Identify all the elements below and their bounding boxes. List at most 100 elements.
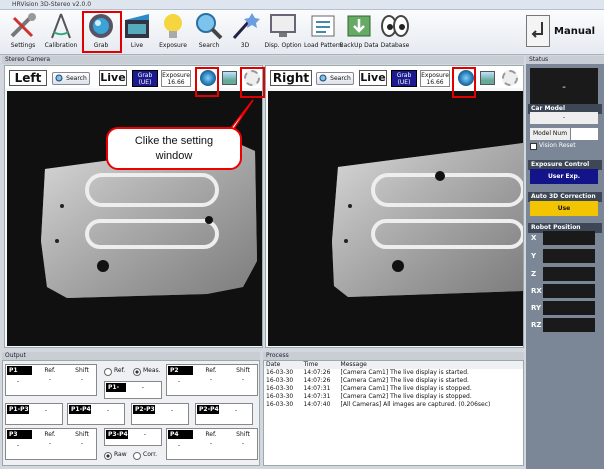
row-time: 14:07:26 [303,377,331,384]
p1-label: P1 [7,366,32,375]
robot-ry-value [543,301,595,315]
settings-label: Settings [10,42,36,49]
robot-rx-value [543,284,595,298]
table-row[interactable]: 16-03-30 14:07:26 [Camera Cam2] The live d… [264,377,523,385]
right-camera-header: Right Search Live Grab (UE) Exposure 16.… [266,66,523,88]
p3-label: P3 [7,430,32,439]
title-bar: HRVision 3D-Stereo v2.0.0 [0,0,604,10]
p2-box: P2 Ref. Shift - - - [166,364,258,396]
p1-shift-value: - [80,376,84,383]
robot-rz-label: RZ [531,321,542,329]
left-grab-button[interactable]: Grab (UE) [132,70,158,87]
database-label: Database [380,42,410,49]
row-time: 14:07:31 [303,393,331,400]
table-row[interactable]: 16-03-30 14:07:31 [Camera Cam1] The live d… [264,385,523,393]
vision-reset-checkbox[interactable] [530,143,537,150]
mode-label: Manual [554,26,596,37]
p3-p4-label: P3-P4 [106,430,128,439]
process-col-time: Time [303,361,319,368]
p2-p4-label: P2-P4 [197,405,219,414]
left-search-button[interactable]: Search [52,72,90,85]
3d-button[interactable]: 3D [224,12,266,54]
p1-p2-value: - [141,384,145,391]
p1-p3-box: P1-P3 - [5,403,63,425]
process-title: Process [263,352,524,360]
p2-label: P2 [168,366,193,375]
p4-value: - [177,442,181,449]
radio-ref-label: Ref. [114,367,126,374]
robot-y-value [543,249,595,263]
left-live-button[interactable]: Live [99,70,127,86]
robot-x-row: X [531,231,595,246]
exposure-control-button[interactable]: User Exp. [530,169,598,184]
radio-meas-label: Meas. [143,367,161,374]
left-grab-line1: Grab [137,72,153,79]
robot-z-row: Z [531,267,595,282]
p1-p3-value: - [44,407,48,414]
right-grab-line2: (UE) [397,79,411,86]
display-option-icon [270,14,296,37]
radio-raw[interactable] [104,452,112,460]
right-camera-image[interactable] [268,91,525,346]
row-message: [All Cameras] All images are captured. (… [340,401,491,408]
right-search-button[interactable]: Search [316,72,354,85]
model-num-field[interactable] [571,128,598,140]
left-title: Left [9,70,47,86]
right-grab-button[interactable]: Grab (UE) [391,70,417,87]
right-grab-highlight [452,67,476,98]
radio-corr[interactable] [133,452,141,460]
row-date: 16-03-30 [266,377,294,384]
database-icon [381,15,409,37]
robot-z-value [543,267,595,281]
table-row[interactable]: 16-03-30 14:07:40 [All Cameras] All images… [264,401,523,409]
left-exposure-box[interactable]: Exposure 16.66 [161,70,191,87]
row-message: [Camera Cam1] The live display is stoppe… [340,385,472,392]
p1-p4-value: - [106,407,110,414]
settings-button[interactable]: Settings [2,12,44,54]
p3-shift-value: - [80,440,84,447]
calibration-button[interactable]: Calibration [40,12,82,54]
live-icon [125,14,149,38]
p4-box: P4 Ref. Shift - - - [166,428,258,460]
p1-p3-label: P1-P3 [7,405,29,414]
table-row[interactable]: 16-03-30 14:07:31 [Camera Cam2] The live d… [264,393,523,401]
robot-x-value [543,231,595,245]
auto3d-button[interactable]: Use [530,201,598,216]
p2-p3-box: P2-P3 - [131,403,189,425]
p1-p2-label: P1-P2 [106,383,126,400]
output-title: Output [2,352,260,360]
radio-meas[interactable] [133,368,141,376]
manual-mode-icon[interactable] [526,15,550,47]
row-message: [Camera Cam1] The live display is starte… [340,369,469,376]
left-image-icon[interactable] [222,71,237,85]
calibration-icon [51,13,71,39]
table-row[interactable]: 16-03-30 14:07:26 [Camera Cam1] The live d… [264,369,523,377]
settings-icon [10,13,36,38]
right-camera-panel: Right Search Live Grab (UE) Exposure 16.… [265,65,525,348]
right-settings-icon[interactable] [502,70,518,86]
left-exposure-label: Exposure [162,72,190,79]
model-num-label: Model Num [530,128,570,140]
robot-rz-row: RZ [531,318,595,333]
3d-icon [232,13,260,40]
right-exposure-box[interactable]: Exposure 16.66 [420,70,450,87]
p2-p4-box: P2-P4 - [195,403,253,425]
right-title: Right [270,70,312,86]
row-date: 16-03-30 [266,369,294,376]
database-button[interactable]: Database [374,12,416,54]
search-icon [319,74,327,82]
process-log[interactable]: Date Time Message 16-03-30 14:07:26 [Camer… [263,360,524,466]
radio-raw-label: Raw [114,451,127,458]
right-search-label: Search [330,75,351,82]
grab-highlight [82,11,122,53]
process-col-date: Date [266,361,281,368]
display-option-button[interactable]: Disp. Option [262,12,304,54]
p3-p4-value: - [143,431,147,438]
robot-rx-row: RX [531,284,595,299]
radio-ref[interactable] [104,368,112,376]
row-time: 14:07:31 [303,385,331,392]
robot-rz-value [543,318,595,332]
right-image-icon[interactable] [480,71,495,85]
right-live-button[interactable]: Live [359,70,387,86]
p1-p2-box: P1-P2 - [104,381,162,400]
